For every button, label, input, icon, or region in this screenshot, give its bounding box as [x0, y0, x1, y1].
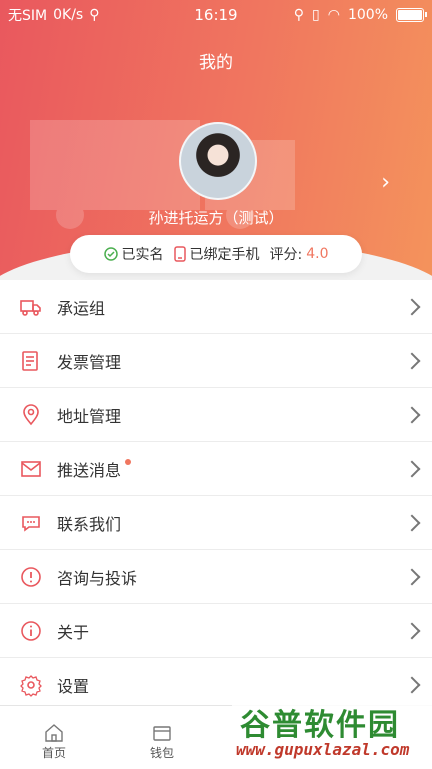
chevron-right-icon [403, 622, 421, 639]
profile-chevron-icon[interactable]: › [381, 170, 390, 195]
gear-icon [20, 674, 42, 697]
menu-item-contact[interactable]: 联系我们 [0, 496, 432, 550]
score-value: 4.0 [306, 246, 329, 262]
verified-label: 已实名 [121, 247, 164, 263]
menu-item-carrier-group[interactable]: 承运组 [0, 280, 432, 334]
battery-percent: 100% [347, 7, 388, 23]
menu-item-address[interactable]: 地址管理 [0, 388, 432, 442]
status-bar: 无SIM 0K/s ⚲ 16:19 ⚲ ▯ ◠ 100% [0, 0, 432, 30]
menu-label: 推送消息 [57, 460, 122, 480]
info-icon [21, 620, 41, 641]
wallet-icon [153, 726, 171, 741]
check-circle-icon [103, 247, 118, 261]
chevron-right-icon [403, 514, 421, 531]
menu-label: 咨询与投诉 [57, 568, 138, 588]
menu-label: 地址管理 [57, 406, 122, 426]
mail-icon [21, 460, 41, 477]
username: 孙进托运方（测试） [148, 209, 284, 227]
vibrate-icon: ▯ [312, 7, 320, 23]
location-icon [23, 403, 39, 425]
truck-icon [20, 299, 41, 316]
unread-dot [125, 458, 132, 465]
avatar[interactable] [179, 122, 257, 200]
wifi-icon: ◠ [327, 7, 340, 23]
menu-item-invoice[interactable]: 发票管理 [0, 334, 432, 388]
menu-label: 承运组 [57, 298, 106, 318]
location-status-icon: ⚲ [293, 7, 305, 23]
phone-label: 已绑定手机 [189, 247, 260, 263]
chevron-right-icon [403, 676, 421, 693]
alert-icon [21, 566, 41, 587]
menu-item-push-messages[interactable]: 推送消息 [0, 442, 432, 496]
invoice-icon [22, 350, 38, 371]
chevron-right-icon [403, 568, 421, 585]
phone-icon [173, 246, 186, 262]
tab-wallet-label: 钱包 [149, 746, 174, 760]
score-label: 评分: [269, 247, 303, 263]
phone-badge: 已绑定手机 [173, 244, 260, 264]
menu-item-complaints[interactable]: 咨询与投诉 [0, 550, 432, 604]
tab-wallet[interactable]: 钱包 [108, 706, 216, 769]
score-badge: 评分: 4.0 [270, 244, 329, 264]
menu-list: 承运组 发票管理 地址管理 推送消息 联系我们 咨询与投诉 关于 设置 [0, 280, 432, 712]
chevron-right-icon [403, 352, 421, 369]
watermark: 谷普软件园 www.gupuxlazal.com [232, 698, 432, 768]
watermark-url: www.gupuxlazal.com [236, 740, 410, 759]
chevron-right-icon [403, 406, 421, 423]
menu-item-about[interactable]: 关于 [0, 604, 432, 658]
home-icon [45, 724, 63, 742]
menu-label: 关于 [57, 622, 90, 642]
chevron-right-icon [403, 298, 421, 315]
tab-home-label: 首页 [41, 746, 66, 760]
chat-icon [22, 515, 40, 532]
verified-badge: 已实名 [103, 244, 164, 264]
page-title: 我的 [199, 53, 233, 73]
menu-label: 联系我们 [57, 514, 122, 534]
watermark-title: 谷普软件园 [240, 708, 400, 743]
battery-icon [396, 8, 427, 22]
verification-badges: 已实名 已绑定手机 评分: 4.0 [70, 235, 362, 273]
menu-label: 设置 [57, 676, 90, 696]
chevron-right-icon [403, 460, 421, 477]
tab-home[interactable]: 首页 [0, 706, 108, 769]
menu-label: 发票管理 [57, 352, 122, 372]
